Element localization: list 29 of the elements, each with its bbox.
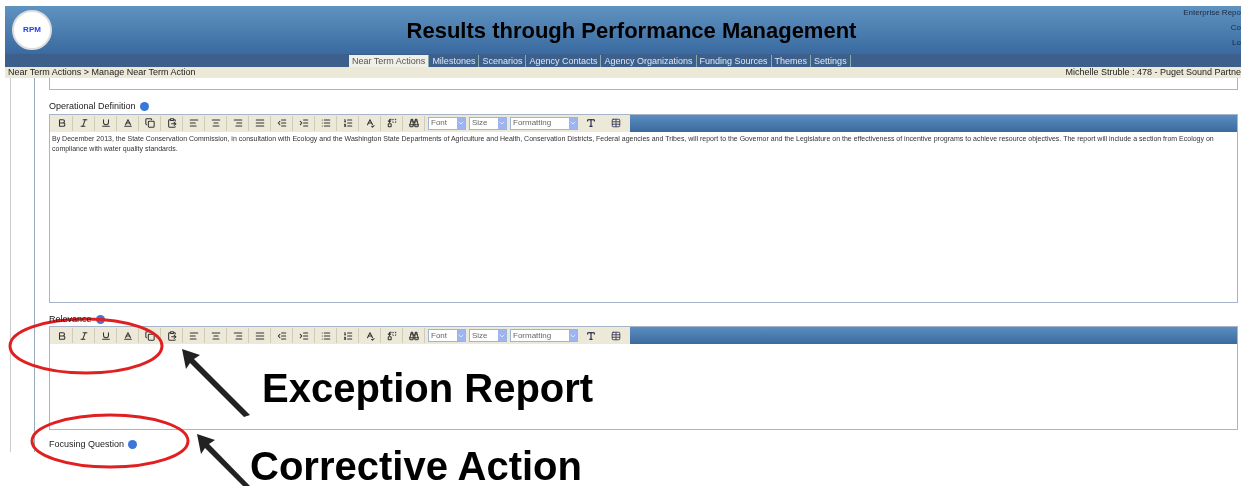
toolbar-dropdown[interactable]: Size: [469, 329, 507, 342]
caret-icon: [569, 330, 577, 341]
help-icon[interactable]: [128, 440, 138, 450]
caret-icon: [457, 330, 465, 341]
header-link[interactable]: Lo: [1232, 37, 1241, 49]
help-icon[interactable]: [95, 314, 105, 324]
field-label: Focusing Question: [49, 438, 125, 451]
pointer-arrow: [180, 347, 252, 419]
callout-text: Exception Report: [262, 366, 594, 410]
pointer-arrow: [195, 432, 251, 486]
caret-icon: [498, 330, 506, 341]
toolbar-dropdown[interactable]: Font: [428, 116, 466, 130]
callout-text: Corrective Action: [250, 444, 582, 486]
page-title: Results through Performance Management: [406, 16, 857, 45]
header-link[interactable]: Co: [1230, 22, 1241, 34]
rpm-logo: RPM: [12, 10, 52, 50]
toolbar-dropdown[interactable]: Size: [469, 116, 507, 130]
help-icon[interactable]: [139, 102, 149, 112]
caret-icon: [457, 117, 465, 129]
user-info: Michelle Struble : 478 - Puget Sound Partne: [1065, 65, 1241, 79]
nav-tab[interactable]: Near Term Actions: [349, 55, 430, 67]
toolbar-dropdown[interactable]: Formatting: [510, 329, 578, 342]
header-link[interactable]: Enterprise Repo: [1183, 7, 1241, 19]
breadcrumb: Near Term Actions > Manage Near Term Action: [7, 65, 196, 79]
caret-icon: [569, 117, 577, 129]
field-label: Operational Definition: [49, 100, 136, 113]
toolbar-dropdown[interactable]: Formatting: [510, 116, 578, 130]
toolbar-dropdown[interactable]: Font: [428, 329, 466, 342]
caret-icon: [498, 117, 506, 129]
